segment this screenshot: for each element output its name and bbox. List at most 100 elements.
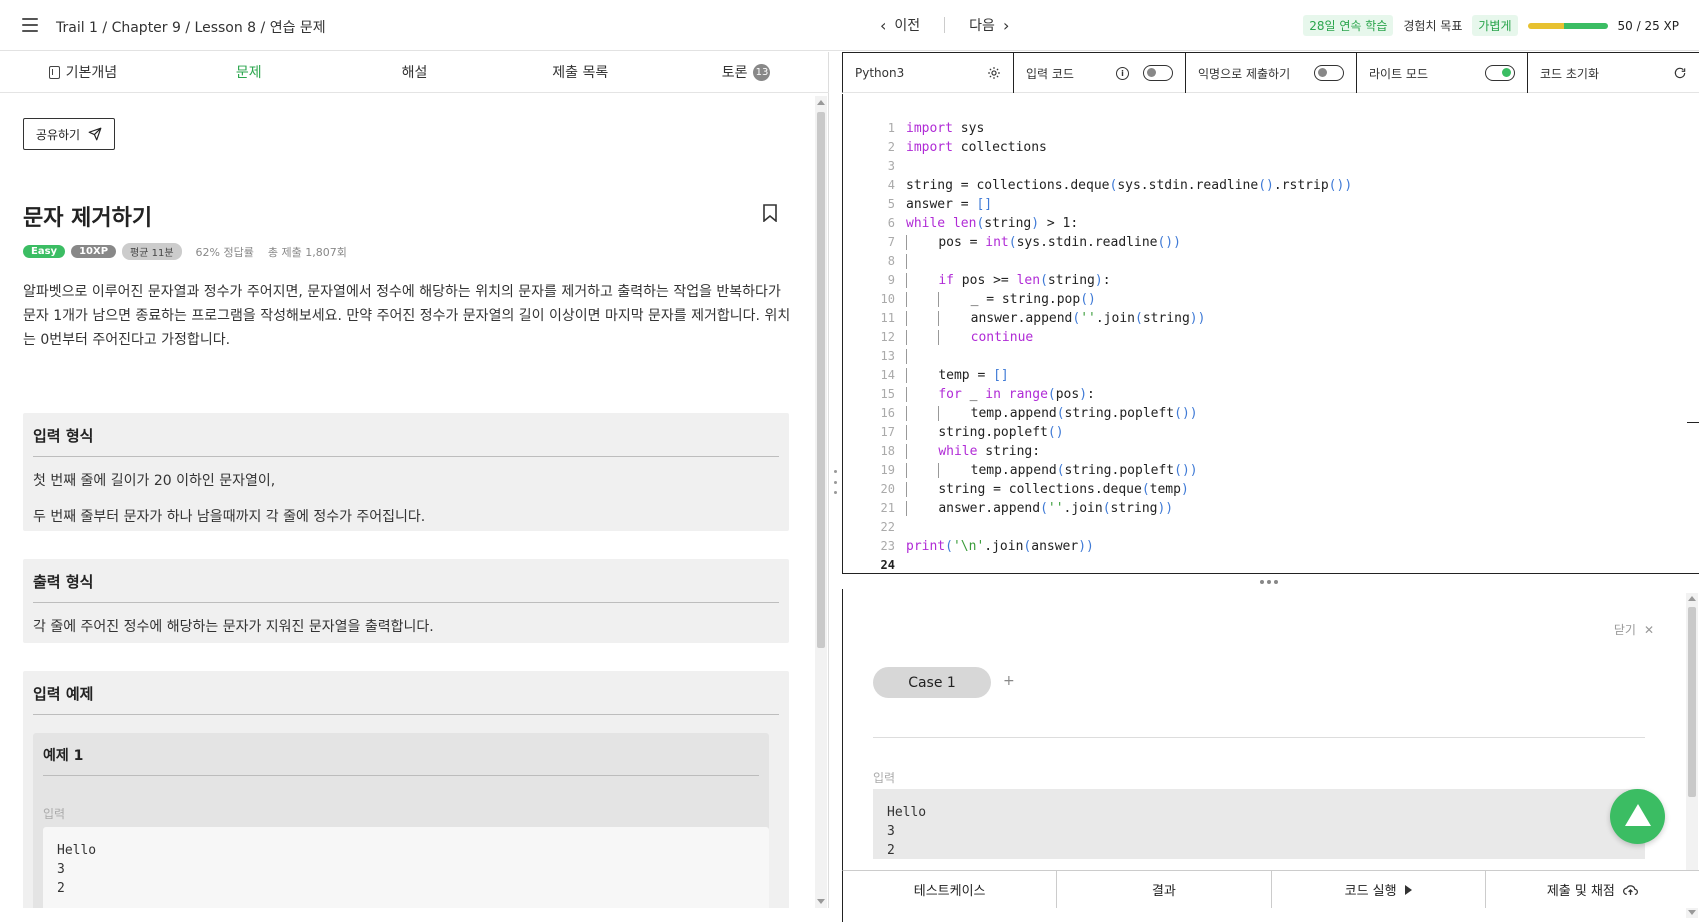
xp-badge: 10XP [71, 245, 117, 258]
anonymous-label: 익명으로 제출하기 [1198, 66, 1291, 81]
problem-meta: Easy 10XP 평균 11분 62% 정답률 총 제출 1,807회 [23, 243, 347, 260]
prev-label: 이전 [894, 18, 921, 34]
example-input-label: 입력 [43, 807, 66, 821]
output-format-line: 각 줄에 주어진 정수에 해당하는 문자가 지워진 문자열을 출력합니다. [33, 619, 434, 635]
line-number: 1 [887, 121, 895, 135]
share-button[interactable]: 공유하기 [23, 118, 115, 150]
editor-pane: Python3 입력 코드 i 익명으로 제출하기 라이트 모드 코드 초기화 … [842, 52, 1699, 922]
tab-label: 기본개념 [65, 65, 118, 81]
input-code-toggle[interactable] [1143, 65, 1173, 81]
next-button[interactable]: 다음 › [969, 15, 1009, 35]
close-button[interactable]: 닫기 ✕ [1614, 621, 1654, 638]
scroll-up-arrow[interactable] [1688, 596, 1696, 601]
tab-concept[interactable]: 기본개념 [0, 52, 166, 92]
scroll-thumb[interactable] [817, 112, 825, 648]
reset-code-button[interactable]: 코드 초기화 [1528, 53, 1699, 93]
testcase-button[interactable]: 테스트케이스 [843, 871, 1058, 908]
section-title: 출력 형식 [33, 559, 779, 603]
result-button[interactable]: 결과 [1057, 871, 1272, 908]
run-code-button[interactable]: 코드 실행 [1272, 871, 1486, 908]
scroll-marker [1687, 422, 1699, 423]
close-label: 닫기 [1613, 623, 1636, 637]
testcase-input-label: 입력 [873, 771, 896, 785]
line-number: 24 [880, 558, 895, 572]
scroll-down-arrow[interactable] [817, 899, 825, 904]
line-number: 13 [880, 349, 895, 363]
xp-progress-text: 50 / 25 XP [1617, 18, 1679, 33]
add-case-button[interactable]: + [1003, 673, 1015, 689]
scroll-thumb[interactable] [1688, 607, 1696, 797]
output-format-section: 출력 형식 각 줄에 주어진 정수에 해당하는 문자가 지워진 문자열을 출력합… [23, 559, 789, 643]
breadcrumb: Trail 1 / Chapter 9 / Lesson 8 / 연습 문제 [56, 20, 326, 36]
line-number: 18 [880, 444, 895, 458]
bookmark-icon[interactable] [763, 204, 777, 222]
tab-submissions[interactable]: 제출 목록 [497, 52, 663, 92]
submissions-text: 총 제출 1,807회 [267, 245, 347, 259]
nav-divider [944, 17, 946, 33]
run-label: 코드 실행 [1344, 884, 1397, 899]
share-label: 공유하기 [35, 127, 81, 142]
scroll-down-arrow[interactable] [1688, 910, 1696, 915]
example-1-box: 예제 1 입력 Hello 3 2 [33, 733, 769, 908]
tab-problem[interactable]: 문제 [166, 52, 332, 92]
input-example-section: 입력 예제 예제 1 입력 Hello 3 2 [23, 671, 789, 908]
light-mode-toggle[interactable] [1485, 65, 1515, 81]
gear-icon[interactable] [987, 66, 1001, 80]
case-tab[interactable]: Case 1 [873, 667, 991, 698]
line-number: 3 [887, 159, 895, 173]
line-number: 6 [887, 216, 895, 230]
line-number: 23 [880, 539, 895, 553]
line-number: 12 [880, 330, 895, 344]
info-icon[interactable]: i [1116, 66, 1129, 80]
code-editor[interactable]: 1 2 3 4 5 6 7 8 9 10 11 12 13 14 15 16 17 18 19 20 21 22 23 24 … [842, 94, 1699, 613]
problem-content[interactable]: 공유하기 문자 제거하기 Easy 10XP 평균 11분 62% 정답률 총 … [0, 94, 813, 908]
light-mode-label: 라이트 모드 [1369, 66, 1429, 81]
chevron-right-icon: › [1002, 15, 1010, 35]
example-input-code: Hello 3 2 [43, 827, 769, 908]
line-number: 11 [880, 311, 895, 325]
next-label: 다음 [969, 18, 995, 34]
code-content[interactable]: import sys import collections string = c… [906, 119, 1352, 556]
language-select[interactable]: Python3 [843, 53, 1014, 93]
input-format-line: 두 번째 줄부터 문자가 하나 남을때까지 각 줄에 정수가 주어집니다. [33, 509, 426, 525]
tab-solution[interactable]: 해설 [332, 52, 498, 92]
light-mode-toggle-cell: 라이트 모드 [1357, 53, 1528, 93]
problem-scrollbar[interactable] [815, 96, 827, 908]
vertical-splitter-handle[interactable] [832, 470, 838, 494]
problem-title: 문자 제거하기 [23, 206, 153, 231]
scroll-top-fab[interactable] [1610, 789, 1665, 844]
accuracy-text: 62% 정답률 [195, 245, 254, 259]
scroll-up-arrow[interactable] [817, 100, 825, 105]
line-number: 15 [880, 387, 895, 401]
lesson-nav: ‹ 이전 다음 › [880, 15, 1009, 35]
top-bar: Trail 1 / Chapter 9 / Lesson 8 / 연습 문제 ‹… [0, 0, 1699, 51]
bottom-action-bar: 테스트케이스 결과 코드 실행 제출 및 채점 [842, 870, 1699, 908]
menu-icon[interactable] [22, 18, 38, 32]
submit-label: 제출 및 채점 [1546, 884, 1615, 899]
send-icon [88, 127, 102, 141]
chevron-left-icon: ‹ [880, 15, 887, 35]
tab-label: 문제 [235, 65, 262, 81]
submit-button[interactable]: 제출 및 채점 [1486, 871, 1699, 908]
language-label: Python3 [855, 66, 905, 80]
example-title: 예제 1 [43, 733, 759, 776]
anonymous-toggle[interactable] [1314, 65, 1344, 81]
panel-divider [873, 737, 1645, 738]
testcase-label: 테스트케이스 [913, 884, 986, 899]
xp-goal-level[interactable]: 가볍게 [1472, 15, 1518, 36]
prev-button[interactable]: ‹ 이전 [880, 15, 920, 35]
splitter-handle-icon[interactable] [1260, 580, 1278, 584]
tab-label: 해설 [401, 65, 428, 81]
line-number: 14 [880, 368, 895, 382]
line-number: 17 [880, 425, 895, 439]
line-number: 7 [887, 235, 895, 249]
play-icon [1404, 884, 1412, 895]
horizontal-splitter[interactable] [842, 575, 1699, 589]
xp-progress-bar [1527, 22, 1608, 29]
cloud-upload-icon [1622, 884, 1638, 895]
tab-label: 토론 [721, 65, 748, 81]
testcase-input-field[interactable]: Hello 3 2 [873, 789, 1645, 859]
close-icon: ✕ [1643, 622, 1654, 637]
tab-discussion[interactable]: 토론 13 [663, 52, 829, 92]
problem-description: 알파벳으로 이루어진 문자열과 정수가 주어지면, 문자열에서 정수에 해당하는… [23, 284, 791, 348]
